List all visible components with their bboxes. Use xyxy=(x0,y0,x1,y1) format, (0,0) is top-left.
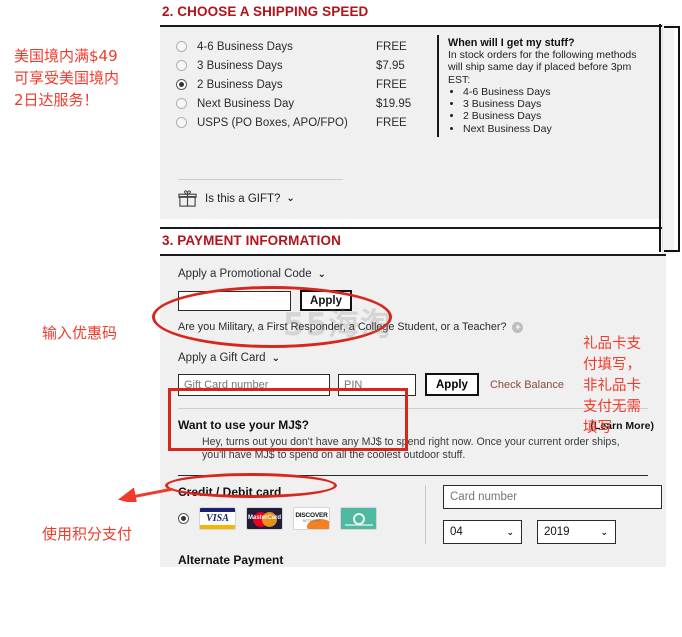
expiry-year-value: 2019 xyxy=(544,526,570,538)
discover-card-label: DISCOVER xyxy=(295,512,328,519)
chevron-down-icon: ⌄ xyxy=(600,526,608,537)
credit-card-right: 04 ⌄ 2019 ⌄ xyxy=(425,485,662,544)
shipping-info-box: When will I get my stuff? In stock order… xyxy=(437,35,652,138)
annotation-promo-note: 输入优惠码 xyxy=(42,324,118,342)
shipping-price: $19.95 xyxy=(376,97,412,110)
expiry-month-value: 04 xyxy=(450,526,463,538)
shipping-price: FREE xyxy=(376,78,407,91)
chevron-down-icon: ⌄ xyxy=(271,352,280,364)
scrollbar-track[interactable] xyxy=(662,24,674,254)
shipping-option-label: Next Business Day xyxy=(197,97,295,110)
shipping-info-bullet: 3 Business Days xyxy=(463,98,648,110)
shipping-option-label: 4-6 Business Days xyxy=(197,40,293,53)
shipping-option-label: 2 Business Days xyxy=(197,78,283,91)
alternate-payment-title: Alternate Payment xyxy=(178,553,284,567)
promo-code-toggle[interactable]: Apply a Promotional Code ⌄ xyxy=(160,256,666,280)
panel-right-edge xyxy=(659,24,661,252)
shipping-info-line-2: will ship same day if placed before 3pm … xyxy=(448,61,632,86)
expiry-row: 04 ⌄ 2019 ⌄ xyxy=(443,520,662,544)
annotation-shipping-note: 美国境内满$49 可享受美国境内 2日达服务！ xyxy=(14,47,120,109)
annotation-mj-note: 使用积分支付 xyxy=(42,525,133,543)
gift-toggle[interactable]: Is this a GIFT? ⌄ xyxy=(160,180,666,208)
gift-card-apply-button[interactable]: Apply xyxy=(425,373,479,396)
shipping-section-heading: 2. CHOOSE A SHIPPING SPEED xyxy=(162,4,369,19)
shipping-radio-next-business-day[interactable] xyxy=(176,98,187,109)
visa-card-label: VISA xyxy=(206,513,229,524)
card-number-input[interactable] xyxy=(443,485,662,509)
visa-card-icon: VISA xyxy=(199,507,236,530)
gift-toggle-label: Is this a GIFT? xyxy=(205,192,281,205)
shipping-radio-3-business-days[interactable] xyxy=(176,60,187,71)
shipping-info-title: When will I get my stuff? xyxy=(448,37,575,49)
promo-code-label: Apply a Promotional Code xyxy=(178,268,312,280)
mastercard-card-icon: MasterCard xyxy=(246,507,283,530)
annotation-ellipse-promo xyxy=(152,286,392,348)
shipping-radio-2-business-days[interactable] xyxy=(176,79,187,90)
shipping-price: $7.95 xyxy=(376,59,405,72)
shipping-info-bullets: 4-6 Business Days 3 Business Days 2 Busi… xyxy=(448,86,648,135)
annotation-arrow-mj xyxy=(118,488,174,502)
check-balance-link[interactable]: Check Balance xyxy=(490,379,564,391)
scrollbar-cap-top xyxy=(664,26,680,28)
discover-card-icon: DISCOVER NETWORK xyxy=(293,507,330,530)
gift-icon xyxy=(178,190,197,207)
shipping-info-line-1: In stock orders for the following method… xyxy=(448,49,637,61)
credit-card-radio[interactable] xyxy=(178,513,189,524)
discover-card-sublabel: NETWORK xyxy=(302,519,321,523)
amex-card-icon xyxy=(340,507,377,530)
gift-section: Is this a GIFT? ⌄ xyxy=(160,179,666,208)
shipping-panel: 4-6 Business Days 3 Business Days 2 Busi… xyxy=(160,27,666,219)
shipping-info-bullet: 4-6 Business Days xyxy=(463,86,648,98)
payment-section-heading: 3. PAYMENT INFORMATION xyxy=(162,233,341,248)
scrollbar-thumb[interactable] xyxy=(678,28,680,250)
annotation-giftcard-note: 礼品卡支 付填写， 非礼品卡 支付无需 填写 xyxy=(583,336,641,436)
shipping-price: FREE xyxy=(376,40,407,53)
gift-card-label: Apply a Gift Card xyxy=(178,352,266,364)
chevron-down-icon: ⌄ xyxy=(317,268,326,280)
credit-card-brand-row: VISA MasterCard DISCOVER NETWORK xyxy=(178,507,425,530)
checkout-page: 2. CHOOSE A SHIPPING SPEED 4-6 Business … xyxy=(0,0,682,637)
scrollbar-cap-bottom xyxy=(664,250,680,252)
expiry-year-select[interactable]: 2019 ⌄ xyxy=(537,520,616,544)
expiry-month-select[interactable]: 04 ⌄ xyxy=(443,520,522,544)
shipping-radio-4-6-business-days[interactable] xyxy=(176,41,187,52)
shipping-price-column: FREE $7.95 FREE $19.95 FREE xyxy=(376,37,411,132)
shipping-radio-usps[interactable] xyxy=(176,117,187,128)
shipping-info-bullet: 2 Business Days xyxy=(463,110,648,122)
shipping-option-label: USPS (PO Boxes, APO/FPO) xyxy=(197,116,348,129)
shipping-info-bullet: Next Business Day xyxy=(463,123,648,135)
chevron-down-icon: ⌄ xyxy=(506,526,514,537)
annotation-ellipse-mj xyxy=(165,473,337,498)
shipping-speed-section: 2. CHOOSE A SHIPPING SPEED 4-6 Business … xyxy=(160,0,666,219)
chevron-down-icon: ⌄ xyxy=(286,193,295,204)
shipping-price: FREE xyxy=(376,116,407,129)
annotation-box-giftcard xyxy=(168,388,408,451)
shipping-option-label: 3 Business Days xyxy=(197,59,283,72)
mastercard-card-label: MasterCard xyxy=(247,515,281,521)
plus-icon[interactable]: + xyxy=(512,321,524,333)
